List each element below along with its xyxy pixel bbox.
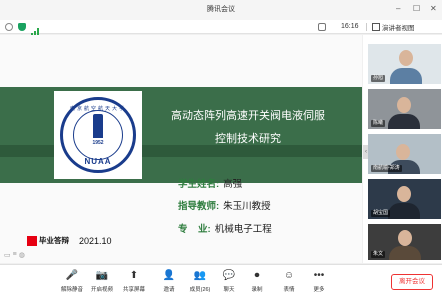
toolbar-label: 聊天 [223, 287, 235, 293]
toolbar-label: 邀请 [163, 287, 175, 293]
invite-icon: 👤 [162, 270, 176, 281]
defense-label: 毕业答辩 [39, 236, 69, 245]
minimize-icon[interactable]: – [396, 4, 400, 14]
university-seal: 南京航空航天大学 1952 NUAA [60, 97, 136, 173]
participant-head [397, 186, 411, 202]
meeting-status-bar: 16:16 演讲者视图 [0, 20, 442, 36]
start-video-button[interactable]: 📷 开启视频 [88, 269, 116, 297]
chat-icon: 💬 [222, 270, 236, 281]
members-button[interactable]: 👥 成员(26) [186, 269, 214, 297]
participant-name: 陈曦 [371, 120, 386, 127]
info-row-major: 专 业: 机械电子工程 [178, 221, 272, 235]
participant-sidebar: ‹ 孙旭 陈曦 南航喻-郑涛 胡宝国 朱文 [363, 35, 442, 263]
share-screen-button[interactable]: ⬆ 共享屏幕 [120, 269, 148, 297]
red-square-icon [27, 235, 37, 246]
seal-tower-icon [93, 114, 103, 138]
record-button[interactable]: ⏺ 录制 [243, 269, 271, 297]
slide-menu-icon[interactable]: ≡ [13, 251, 17, 259]
shield-icon[interactable] [18, 23, 26, 31]
divider [366, 23, 367, 31]
slide-tools: ▭ ≡ ◍ [4, 251, 25, 259]
leave-meeting-button[interactable]: 离开会议 [391, 274, 433, 290]
participant-head [398, 230, 412, 246]
info-icon[interactable] [5, 23, 13, 31]
seal-year: 1952 [92, 140, 104, 146]
participant-head [396, 144, 410, 160]
toolbar-label: 表情 [283, 287, 295, 293]
camera-off-icon: 📷 [95, 270, 109, 281]
participant-tile[interactable]: 南航喻-郑涛 [368, 134, 441, 174]
defense-row: 毕业答辩 2021.10 [27, 235, 112, 246]
info-label: 专 业: [178, 224, 211, 235]
mic-muted-icon: 🎤 [65, 270, 79, 281]
info-label: 学生姓名: [178, 179, 220, 190]
more-button[interactable]: ••• 更多 [305, 269, 333, 297]
toolbar-label: 解除静音 [60, 287, 83, 293]
annotate-icon[interactable]: ▭ [4, 251, 11, 259]
info-label: 指导教师: [178, 201, 220, 212]
participant-name: 孙旭 [371, 75, 386, 82]
record-icon: ⏺ [254, 270, 260, 281]
participant-tile[interactable]: 孙旭 [368, 44, 441, 84]
grid-view-icon [372, 23, 380, 31]
info-value: 朱玉川教授 [223, 201, 271, 212]
title-bar: 腾讯会议 – ☐ ✕ [0, 0, 442, 20]
info-row-advisor: 指导教师: 朱玉川教授 [178, 198, 271, 212]
shared-slide: 南京航空航天大学 1952 NUAA 高动态阵列高速开关阀电液伺服 控制技术研究… [0, 35, 362, 263]
participant-name: 胡宝国 [371, 210, 391, 217]
share-screen-icon: ⬆ [129, 270, 139, 281]
members-icon: 👥 [193, 270, 207, 281]
thesis-title-line2: 控制技术研究 [215, 133, 281, 145]
signal-icon[interactable] [31, 23, 39, 36]
participant-name: 朱文 [371, 251, 386, 258]
unmute-button[interactable]: 🎤 解除静音 [58, 269, 86, 297]
participant-body [390, 68, 422, 84]
participant-tile[interactable]: 陈曦 [368, 89, 441, 129]
participant-tile[interactable]: 胡宝国 [368, 179, 441, 219]
toolbar-label: 共享屏幕 [122, 287, 145, 293]
participant-body [388, 203, 420, 219]
toolbar-label: 成员(26) [189, 287, 211, 293]
toolbar-label: 更多 [313, 287, 325, 293]
participant-body [388, 114, 420, 129]
participant-head [399, 50, 413, 66]
defense-date: 2021.10 [79, 235, 112, 246]
meeting-time: 16:16 [341, 23, 359, 30]
more-icon: ••• [313, 270, 325, 281]
participant-name: 南航喻-郑涛 [371, 165, 402, 172]
participant-body [389, 246, 421, 260]
participant-tile[interactable]: 朱文 [368, 224, 441, 260]
thesis-title-line1: 高动态阵列高速开关阀电液伺服 [171, 110, 325, 122]
participant-head [397, 97, 411, 113]
chat-button[interactable]: 💬 聊天 [215, 269, 243, 297]
close-icon[interactable]: ✕ [430, 4, 437, 14]
fullscreen-icon[interactable] [318, 23, 326, 31]
university-logo: 南京航空航天大学 1952 NUAA [54, 91, 142, 179]
info-value: 机械电子工程 [214, 224, 272, 235]
slide-settings-icon[interactable]: ◍ [19, 251, 25, 259]
emoji-button[interactable]: ☺ 表情 [275, 269, 303, 297]
emoji-icon: ☺ [283, 270, 295, 281]
info-row-student: 学生姓名: 高强 [178, 176, 242, 190]
info-value: 高强 [223, 179, 243, 190]
toolbar-label: 录制 [251, 287, 263, 293]
invite-button[interactable]: 👤 邀请 [155, 269, 183, 297]
view-switch-button[interactable]: 演讲者视图 [372, 22, 415, 32]
app-title: 腾讯会议 [207, 6, 235, 13]
maximize-icon[interactable]: ☐ [413, 4, 420, 14]
view-switch-label: 演讲者视图 [382, 25, 415, 32]
seal-abbr: NUAA [84, 157, 112, 166]
toolbar-label: 开启视频 [90, 287, 113, 293]
meeting-toolbar: 🎤 解除静音 📷 开启视频 ⬆ 共享屏幕 👤 邀请 👥 成员(26) 💬 聊天 … [0, 264, 442, 298]
